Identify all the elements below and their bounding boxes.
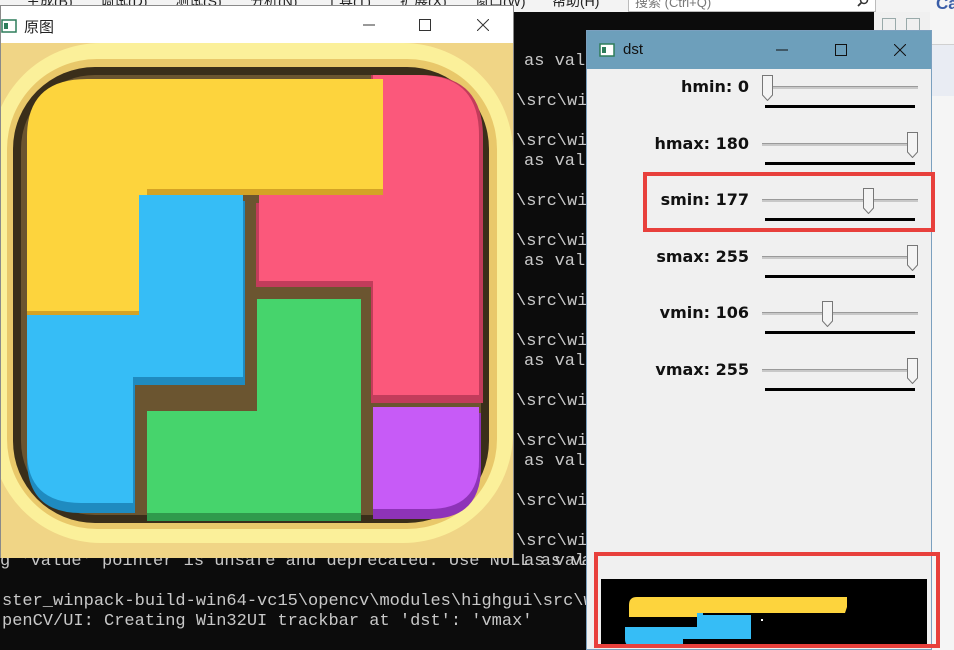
console-line: \src\wi — [516, 292, 588, 311]
trackbar-label: vmax: 255 — [655, 359, 749, 379]
preview-highlight-box — [594, 552, 940, 648]
console-line: as val — [524, 452, 586, 471]
image-window-title: 原图 — [24, 19, 55, 36]
maximize-button[interactable] — [818, 31, 864, 68]
trackbar-label: hmin: 0 — [680, 77, 749, 96]
window-app-icon — [599, 43, 615, 57]
trackbar-label: vmin: 106 — [659, 303, 749, 322]
maximize-button[interactable] — [402, 6, 448, 43]
purple-piece — [373, 407, 479, 509]
trackbar-track[interactable] — [762, 86, 918, 89]
image-canvas — [1, 43, 513, 558]
trackbar-row: vmax: 255 — [587, 357, 931, 414]
console-line: as val — [524, 52, 586, 71]
close-button[interactable] — [877, 31, 923, 68]
trackbar-row: vmin: 106 — [587, 301, 931, 357]
trackbar-track[interactable] — [762, 255, 918, 259]
console-line: \src\wi — [516, 232, 588, 251]
trackbar-track[interactable] — [762, 312, 918, 315]
original-image-window[interactable]: 原图 — [0, 5, 514, 558]
trackbar-baseline — [765, 161, 915, 165]
console-line: penCV/UI: Creating Win32UI trackbar at '… — [2, 612, 533, 631]
trackbar-thumb[interactable] — [907, 357, 918, 384]
trackbar-track[interactable] — [762, 142, 918, 146]
console-line: as val — [524, 352, 586, 371]
console-line: \src\wi — [516, 332, 588, 351]
maximize-icon — [419, 18, 431, 31]
console-line: \src\wi — [516, 392, 588, 411]
trackbar-row: smax: 255 — [587, 244, 931, 301]
trackbar-baseline — [765, 331, 915, 334]
dst-window-titlebar[interactable]: dst — [587, 31, 931, 69]
trackbar-thumb[interactable] — [762, 75, 773, 101]
trackbar-track[interactable] — [762, 368, 918, 372]
minimize-button[interactable] — [346, 6, 392, 43]
minimize-button[interactable] — [759, 31, 805, 68]
trackbar-thumb[interactable] — [822, 301, 834, 327]
minimize-icon — [363, 24, 375, 25]
image-window-titlebar[interactable]: 原图 — [1, 6, 513, 43]
console-line: \src\wi — [516, 132, 588, 151]
console-line: as val — [524, 152, 586, 171]
window-app-icon — [1, 19, 17, 33]
trackbar-label: hmax: 180 — [654, 133, 749, 153]
dst-window-title: dst — [623, 41, 644, 58]
trackbar-baseline — [765, 274, 915, 278]
trackbar-thumb[interactable] — [907, 131, 918, 158]
console-line: \src\wi — [516, 492, 588, 511]
trackbar-baseline — [765, 387, 915, 391]
puzzle-image — [1, 43, 513, 558]
console-line: \src\wi — [516, 92, 588, 111]
smin-highlight-box — [643, 172, 935, 232]
trackbar-row: hmin: 0 — [587, 75, 931, 131]
close-button[interactable] — [460, 6, 506, 43]
minimize-icon — [776, 49, 788, 50]
maximize-icon — [835, 43, 847, 56]
close-icon — [894, 43, 906, 56]
trackbar-thumb[interactable] — [907, 244, 918, 271]
console-line: \src\wi — [516, 532, 588, 551]
console-line: \src\wi — [516, 432, 588, 451]
console-line: ster_winpack-build-win64-vc15\opencv\mod… — [2, 592, 604, 611]
console-line: as val — [524, 252, 586, 271]
trackbar-baseline — [765, 105, 915, 108]
close-icon — [477, 18, 489, 31]
trackbar-label: smax: 255 — [656, 246, 749, 266]
console-line: \src\wi — [516, 192, 588, 211]
